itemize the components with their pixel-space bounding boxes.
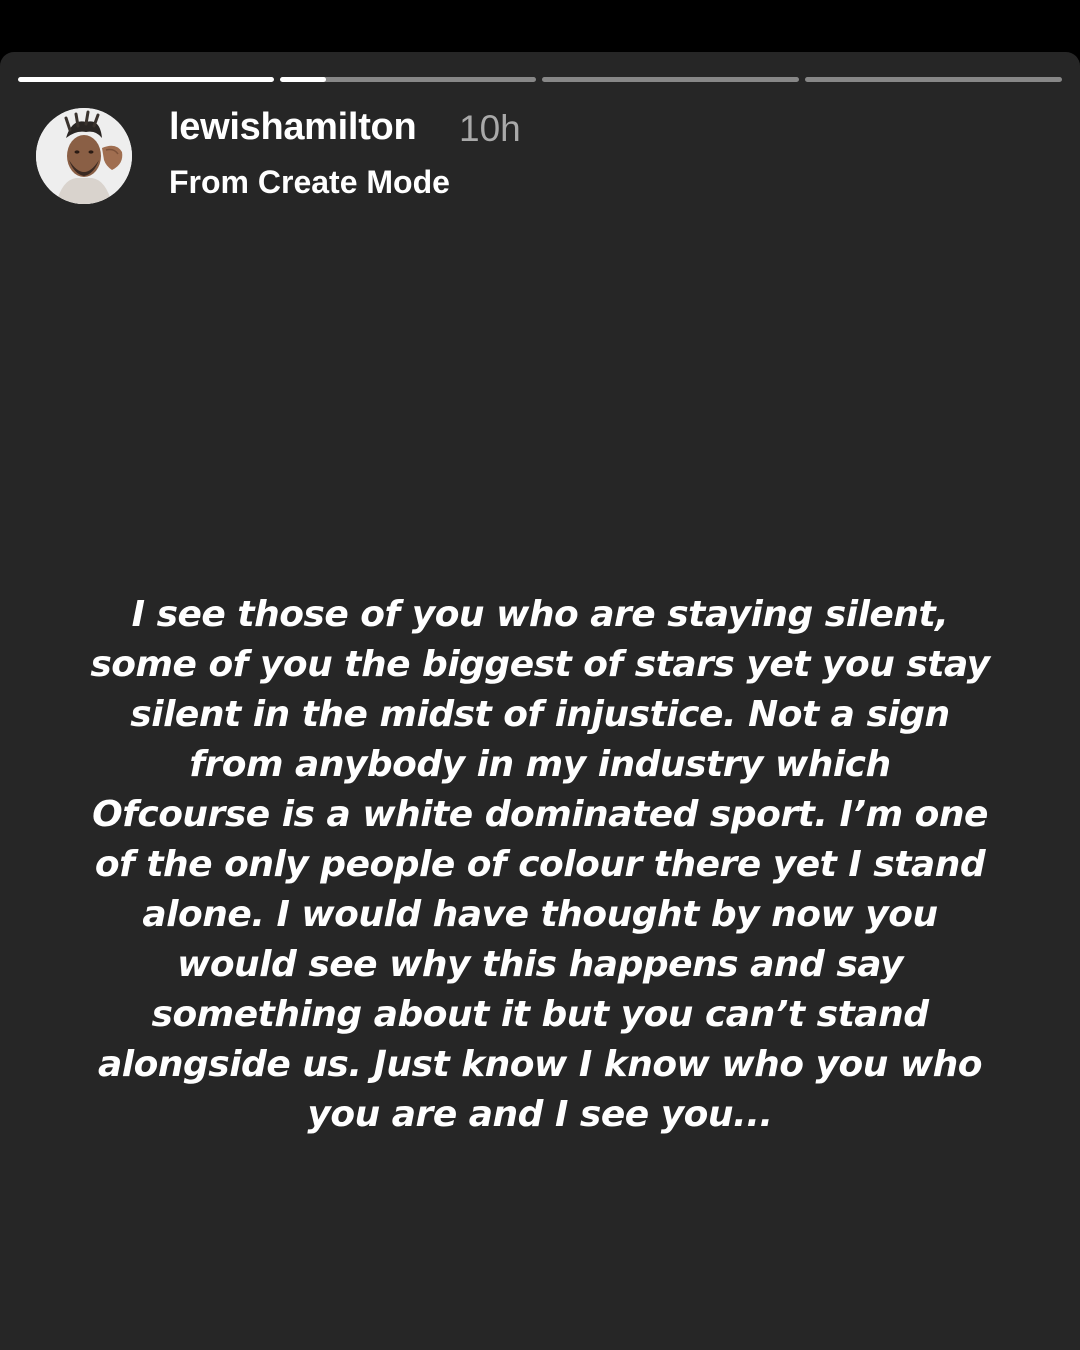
progress-segment-3 [542, 77, 799, 82]
story-text-line: some of you the biggest of stars yet you… [90, 644, 990, 685]
story-text: I see those of you who are staying silen… [40, 590, 1040, 1140]
story-progress-bar [18, 77, 1062, 83]
username[interactable]: lewishamilton [169, 106, 417, 149]
story-text-line: silent in the midst of injustice. Not a … [130, 694, 950, 735]
avatar[interactable] [36, 108, 132, 204]
progress-segment-1 [18, 77, 274, 82]
story-text-line: alone. I would have thought by now you [142, 894, 938, 935]
story-text-line: I see those of you who are staying silen… [131, 594, 949, 635]
story-text-line: from anybody in my industry which [189, 744, 891, 785]
story-text-line: you are and I see you... [307, 1094, 773, 1135]
avatar-image [36, 108, 132, 204]
story-text-line: of the only people of colour there yet I… [94, 844, 986, 885]
story-viewer[interactable]: lewishamilton 10h From Create Mode I see… [0, 52, 1080, 1350]
progress-segment-4 [805, 77, 1062, 82]
story-source-label: From Create Mode [169, 164, 450, 200]
story-timestamp: 10h [459, 108, 521, 149]
progress-segment-2 [280, 77, 536, 82]
story-text-line: alongside us. Just know I know who you w… [98, 1044, 982, 1085]
story-text-line: Ofcourse is a white dominated sport. I’m… [92, 794, 988, 835]
story-text-line: would see why this happens and say [177, 944, 903, 985]
story-text-line: something about it but you can’t stand [151, 994, 929, 1035]
